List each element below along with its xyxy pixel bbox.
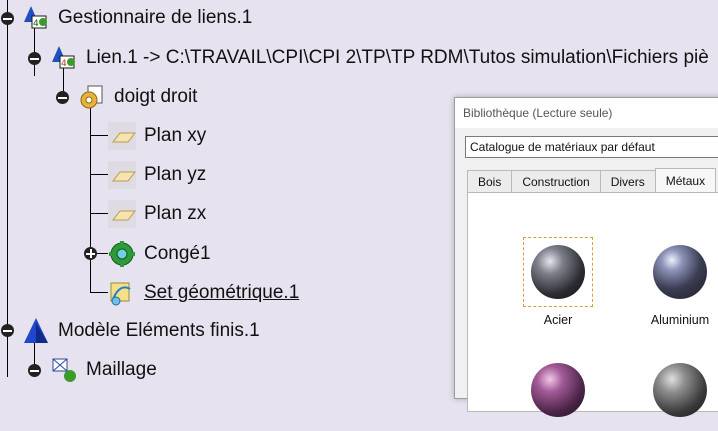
materials-panel: Acier Aluminium — [467, 192, 718, 417]
material-name: Acier — [543, 313, 573, 327]
collapse-link-button[interactable] — [28, 52, 41, 65]
tree-label-link-manager: Gestionnaire de liens.1 — [58, 7, 253, 28]
tree-line-main — [7, 0, 8, 377]
collapse-fem-button[interactable] — [1, 324, 14, 337]
plane-icon — [108, 200, 137, 228]
tree-line-level1 — [34, 26, 35, 76]
part-icon — [78, 83, 106, 111]
tree-node-part[interactable]: doigt droit — [78, 82, 197, 112]
link-manager-icon: 4 — [22, 4, 50, 32]
tree-label-part: doigt droit — [114, 86, 198, 107]
tree-label-plane-xy: Plan xy — [144, 125, 207, 146]
tree-label-fem-model: Modèle Eléments finis.1 — [58, 320, 260, 341]
grey-sphere-icon — [653, 363, 707, 417]
material-tabs: Bois Construction Divers Métaux — [467, 168, 717, 194]
plane-icon — [108, 161, 137, 189]
tree-node-plane-xy[interactable]: Plan xy — [108, 121, 206, 151]
tree-node-plane-yz[interactable]: Plan yz — [108, 160, 206, 190]
tree-label-mesh: Maillage — [86, 359, 157, 380]
mesh-icon — [50, 356, 78, 384]
tab-divers[interactable]: Divers — [599, 170, 656, 194]
purple-sphere-icon — [531, 363, 585, 417]
tree-hline — [90, 213, 108, 214]
material-acier[interactable]: Acier — [508, 237, 608, 327]
collapse-part-button[interactable] — [56, 91, 69, 104]
aluminium-sphere-icon — [653, 245, 707, 299]
plane-icon — [108, 122, 137, 150]
tree-line-level3 — [90, 106, 91, 292]
library-dialog: Bibliothèque (Lecture seule) Catalogue d… — [454, 97, 718, 417]
tree-node-link[interactable]: 4 Lien.1 -> C:\TRAVAIL\CPI\CPI 2\TP\TP R… — [50, 43, 709, 73]
link-icon: 4 — [50, 44, 78, 72]
collapse-root-button[interactable] — [1, 12, 14, 25]
tree-node-plane-zx[interactable]: Plan zx — [108, 199, 206, 229]
material-name: Aluminium — [650, 313, 710, 327]
material-selection-frame — [523, 237, 593, 307]
tree-node-geometrical-set[interactable]: Set géométrique.1 — [108, 278, 299, 308]
dialog-title: Bibliothèque (Lecture seule) — [455, 98, 718, 128]
tree-hline — [90, 292, 108, 293]
tree-label-geometrical-set: Set géométrique.1 — [144, 282, 300, 303]
tree-label-fillet: Congé1 — [144, 243, 211, 264]
tree-node-fem-model[interactable]: Modèle Eléments finis.1 — [22, 316, 260, 346]
expand-fillet-button[interactable] — [84, 247, 97, 260]
collapse-mesh-button[interactable] — [28, 364, 41, 377]
tree-label-link: Lien.1 -> C:\TRAVAIL\CPI\CPI 2\TP\TP RDM… — [86, 47, 709, 68]
tree-label-plane-yz: Plan yz — [144, 164, 207, 185]
material-grey[interactable] — [630, 355, 718, 431]
tree-node-mesh[interactable]: Maillage — [50, 355, 157, 385]
tab-bois[interactable]: Bois — [467, 170, 513, 194]
material-aluminium[interactable]: Aluminium — [630, 237, 718, 327]
svg-text:4: 4 — [33, 19, 39, 29]
fillet-icon — [108, 240, 136, 268]
tab-metaux[interactable]: Métaux — [654, 168, 717, 194]
steel-sphere-icon — [531, 245, 585, 299]
tree-node-fillet[interactable]: Congé1 — [108, 239, 211, 269]
svg-text:4: 4 — [61, 59, 67, 69]
catalog-select[interactable]: Catalogue de matériaux par défaut — [465, 136, 718, 158]
tree-node-link-manager[interactable]: 4 Gestionnaire de liens.1 — [22, 3, 252, 33]
tree-hline — [90, 174, 108, 175]
material-frame — [645, 237, 715, 307]
tree-hline — [90, 135, 108, 136]
geometrical-set-icon — [108, 279, 136, 307]
fem-model-icon — [22, 317, 50, 345]
tab-construction[interactable]: Construction — [511, 170, 601, 194]
material-purple[interactable] — [508, 355, 608, 431]
material-frame — [645, 355, 715, 425]
material-frame — [523, 355, 593, 425]
tree-label-plane-zx: Plan zx — [144, 203, 207, 224]
